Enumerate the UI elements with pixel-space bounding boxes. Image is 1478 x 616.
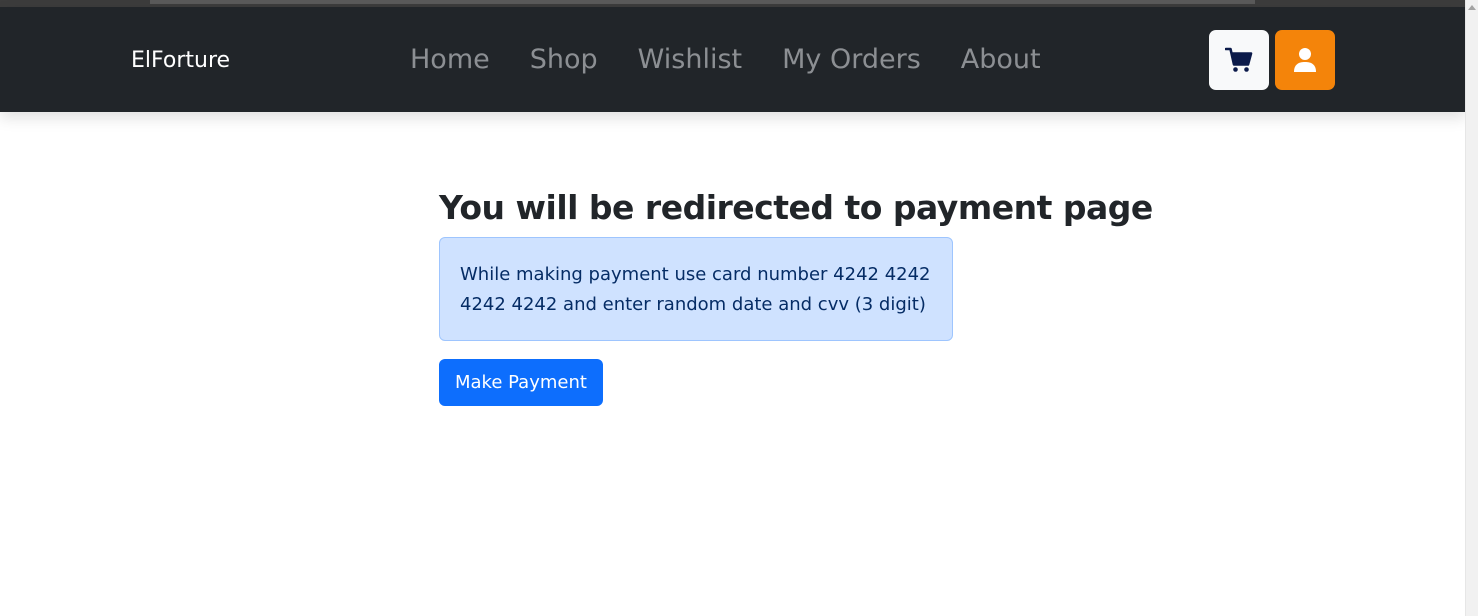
cart-icon bbox=[1225, 47, 1253, 72]
brand-logo[interactable]: ElForture bbox=[131, 47, 230, 75]
nav-links: Home Shop Wishlist My Orders About bbox=[410, 43, 1041, 77]
nav-link-home[interactable]: Home bbox=[410, 43, 490, 77]
user-icon bbox=[1294, 48, 1316, 72]
navbar: ElForture Home Shop Wishlist My Orders A… bbox=[0, 7, 1466, 112]
nav-link-shop[interactable]: Shop bbox=[530, 43, 598, 77]
scroll-up-arrow-icon[interactable] bbox=[1468, 5, 1476, 10]
page-title: You will be redirected to payment page bbox=[439, 188, 1153, 227]
make-payment-button[interactable]: Make Payment bbox=[439, 359, 603, 406]
scrollbar[interactable] bbox=[1465, 0, 1478, 616]
page: ElForture Home Shop Wishlist My Orders A… bbox=[0, 0, 1478, 616]
user-button[interactable] bbox=[1275, 30, 1335, 90]
payment-section: You will be redirected to payment page W… bbox=[439, 188, 1153, 406]
nav-link-my-orders[interactable]: My Orders bbox=[782, 43, 921, 77]
window-top-strip-inner bbox=[150, 0, 1255, 4]
cart-button[interactable] bbox=[1209, 30, 1269, 90]
payment-info-alert: While making payment use card number 424… bbox=[439, 237, 953, 341]
nav-link-about[interactable]: About bbox=[961, 43, 1041, 77]
nav-link-wishlist[interactable]: Wishlist bbox=[638, 43, 742, 77]
window-top-strip bbox=[0, 0, 1466, 7]
